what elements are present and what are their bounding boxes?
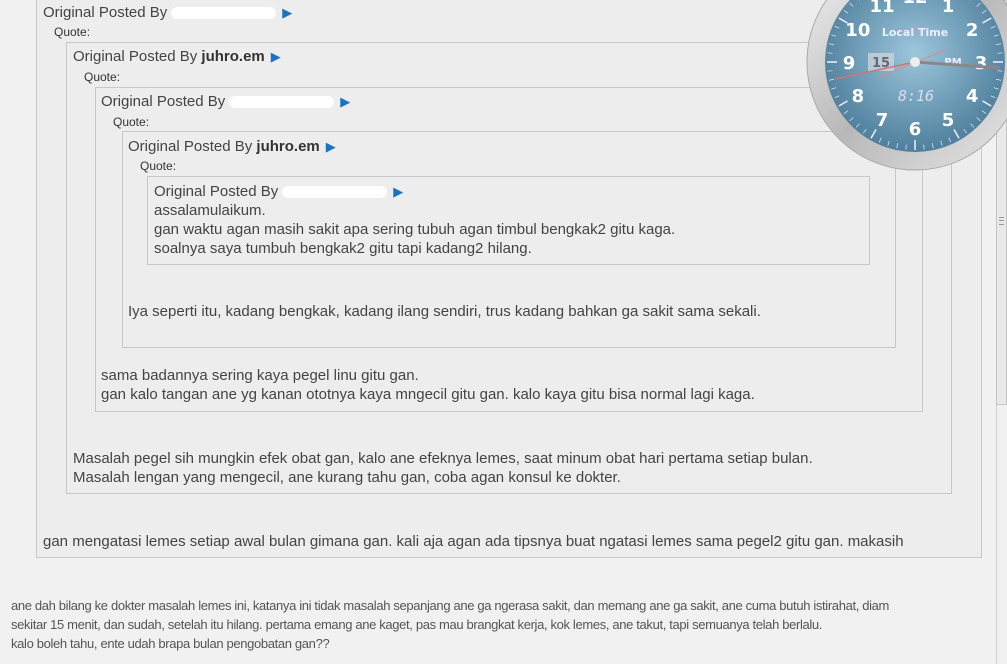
- quote-text: gan mengatasi lemes setiap awal bulan gi…: [43, 533, 904, 550]
- quote-text: gan kalo tangan ane yg kanan ototnya kay…: [101, 386, 755, 403]
- reply-text: sekitar 15 menit, dan sudah, setelah itu…: [11, 617, 823, 632]
- clock-number: 12: [902, 0, 927, 8]
- quote-text: sama badannya sering kaya pegel linu git…: [101, 367, 419, 384]
- view-post-arrow-icon[interactable]: ▶: [326, 139, 336, 154]
- posted-by-5: Original Posted By ▶: [154, 183, 403, 201]
- clock-number: 3: [975, 53, 988, 74]
- posted-by-3: Original Posted By ▶: [101, 93, 350, 111]
- view-post-arrow-icon[interactable]: ▶: [282, 5, 292, 20]
- quote-label: Quote:: [84, 70, 121, 84]
- quote-text: assalamulaikum.: [154, 202, 266, 219]
- grip-icon: [999, 217, 1004, 225]
- quote-label: Quote:: [113, 115, 150, 129]
- posted-by-4: Original Posted By juhro.em ▶: [128, 138, 336, 156]
- quote-text: Iya seperti itu, kadang bengkak, kadang …: [128, 303, 761, 320]
- local-time-clock-widget[interactable]: 111212345678910 Local Time 15 PM 8:16: [805, 0, 1007, 172]
- clock-center: [910, 57, 920, 67]
- clock-number: 4: [966, 86, 979, 107]
- posted-by-label: Original Posted By: [154, 183, 279, 200]
- clock-number: 7: [876, 110, 889, 131]
- view-post-arrow-icon[interactable]: ▶: [271, 49, 281, 64]
- redacted-author: [282, 186, 388, 199]
- quote-text: Masalah lengan yang mengecil, ane kurang…: [73, 469, 621, 486]
- quote-label: Quote:: [54, 25, 91, 39]
- quote-text: soalnya saya tumbuh bengkak2 gitu tapi k…: [154, 240, 532, 257]
- view-post-arrow-icon[interactable]: ▶: [393, 184, 403, 199]
- posted-by-1: Original Posted By ▶: [43, 4, 292, 22]
- clock-number: 9: [843, 53, 856, 74]
- posted-by-label: Original Posted By: [101, 93, 226, 110]
- clock-number: 1: [942, 0, 955, 17]
- reply-text: kalo boleh tahu, ente udah brapa bulan p…: [11, 636, 330, 651]
- posted-by-label: Original Posted By: [128, 138, 253, 155]
- author-link[interactable]: juhro.em: [201, 48, 264, 65]
- clock-number: 5: [942, 110, 955, 131]
- quote-label: Quote:: [140, 159, 177, 173]
- quote-text: gan waktu agan masih sakit apa sering tu…: [154, 221, 676, 238]
- reply-text: ane dah bilang ke dokter masalah lemes i…: [11, 598, 890, 613]
- redacted-author: [229, 96, 335, 109]
- posted-by-label: Original Posted By: [43, 4, 168, 21]
- posted-by-2: Original Posted By juhro.em ▶: [73, 48, 281, 66]
- view-post-arrow-icon[interactable]: ▶: [340, 94, 350, 109]
- clock-number: 11: [869, 0, 894, 17]
- quote-text: Masalah pegel sih mungkin efek obat gan,…: [73, 450, 813, 467]
- redacted-author: [171, 7, 277, 20]
- clock-title: Local Time: [882, 26, 948, 39]
- clock-number: 10: [845, 20, 870, 41]
- clock-number: 6: [909, 119, 922, 140]
- clock-number: 8: [852, 86, 865, 107]
- posted-by-label: Original Posted By: [73, 48, 198, 65]
- author-link[interactable]: juhro.em: [256, 138, 319, 155]
- clock-digital: 8:16: [898, 87, 934, 105]
- clock-number: 2: [966, 20, 979, 41]
